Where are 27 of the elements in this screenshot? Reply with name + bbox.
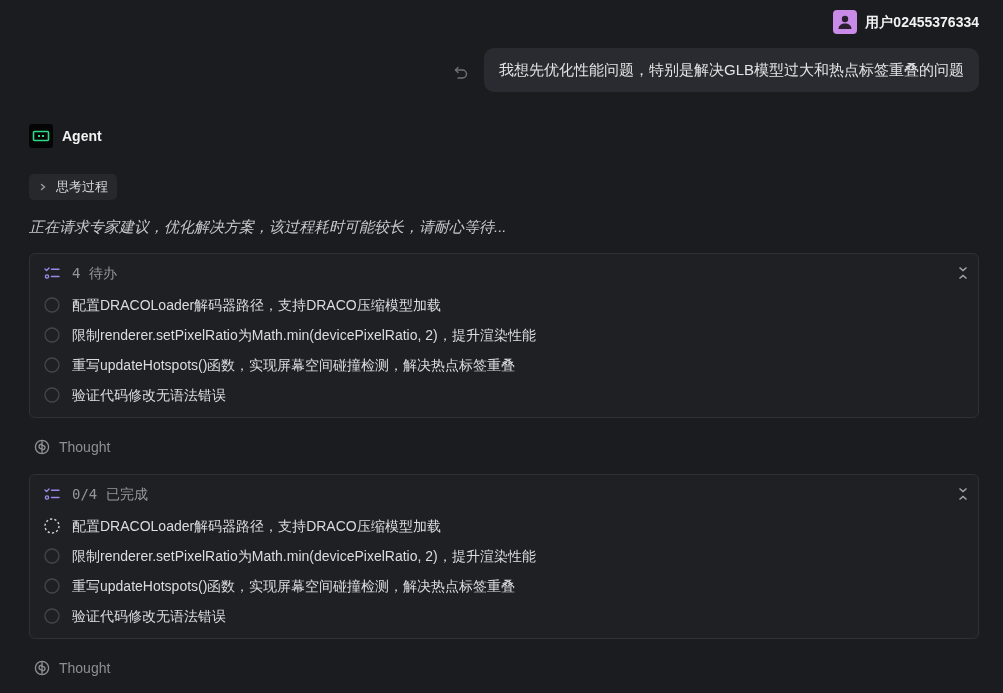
collapse-icon[interactable]: [958, 266, 968, 280]
undo-icon[interactable]: [453, 65, 469, 81]
todo-item: 重写updateHotspots()函数，实现屏幕空间碰撞检测，解决热点标签重叠: [72, 576, 516, 596]
collapse-icon[interactable]: [958, 487, 968, 501]
todo-item: 限制renderer.setPixelRatio为Math.min(devicePixelRatio, 2)，提升渲染性能: [72, 325, 536, 345]
thinking-toggle[interactable]: 思考过程: [29, 174, 117, 200]
thought-label: Thought: [59, 437, 111, 457]
avatar-icon: [833, 10, 858, 34]
todo-item: 限制renderer.setPixelRatio为Math.min(devicePixelRatio, 2)，提升渲染性能: [72, 546, 536, 566]
todo-header: 0/4 已完成: [72, 484, 148, 504]
bot-icon: [29, 124, 53, 148]
checklist-icon: [44, 487, 60, 501]
todo-item: 验证代码修改无语法错误: [72, 606, 226, 626]
brain-icon: [34, 660, 50, 676]
user-name: 用户02455376334: [865, 12, 979, 32]
chevron-icon: [38, 182, 48, 192]
todo-item: 配置DRACOLoader解码器路径，支持DRACO压缩模型加载: [72, 295, 441, 315]
todo-item: 验证代码修改无语法错误: [72, 385, 226, 405]
todo-header: 4 待办: [72, 263, 117, 283]
thought-label: Thought: [59, 658, 111, 678]
status-message: 正在请求专家建议，优化解决方案，该过程耗时可能较长，请耐心等待...: [29, 217, 508, 237]
agent-name: Agent: [62, 126, 102, 146]
brain-icon: [34, 439, 50, 455]
checklist-icon: [44, 266, 60, 280]
todo-item: 配置DRACOLoader解码器路径，支持DRACO压缩模型加载: [72, 516, 441, 536]
user-message: 我想先优化性能问题，特别是解决GLB模型过大和热点标签重叠的问题: [484, 48, 979, 92]
todo-item: 重写updateHotspots()函数，实现屏幕空间碰撞检测，解决热点标签重叠: [72, 355, 516, 375]
